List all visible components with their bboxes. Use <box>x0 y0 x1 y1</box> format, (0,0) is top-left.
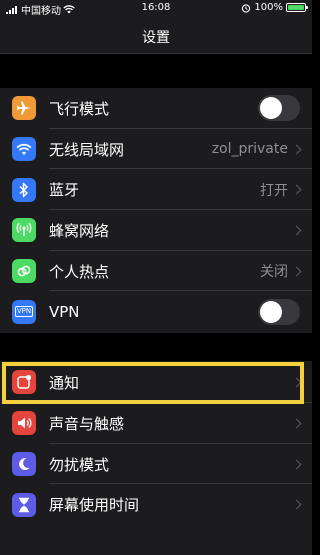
settings-row-label: 飞行模式 <box>49 99 110 118</box>
settings-row-label: 蜂窝网络 <box>49 221 110 240</box>
status-right: 100% <box>241 2 308 13</box>
chevron-right-icon <box>291 499 302 510</box>
settings-row-label: 声音与触感 <box>49 414 125 433</box>
settings-row-do-not-disturb[interactable]: 勿扰模式 <box>0 444 312 485</box>
navigation-bar: 设置 <box>0 18 312 54</box>
settings-row-wifi[interactable]: 无线局域网 zol_private <box>0 129 312 170</box>
settings-row-sounds-haptics[interactable]: 声音与触感 <box>0 403 312 444</box>
settings-row-label: 勿扰模式 <box>49 455 110 474</box>
settings-row-label: 个人热点 <box>49 262 110 281</box>
settings-row-label: 蓝牙 <box>49 181 80 200</box>
hourglass-icon <box>12 492 36 517</box>
settings-group-connectivity: 飞行模式 无线局域网 zol_private 蓝牙 打开 蜂窝网络 个人热点 关… <box>0 88 312 333</box>
bluetooth-icon <box>12 177 36 202</box>
speaker-icon <box>12 411 36 436</box>
settings-row-label: 屏幕使用时间 <box>49 496 140 515</box>
vpn-toggle[interactable] <box>258 298 300 325</box>
settings-row-bluetooth[interactable]: 蓝牙 打开 <box>0 169 312 211</box>
settings-row-airplane-mode[interactable]: 飞行模式 <box>0 88 312 129</box>
settings-row-screen-time[interactable]: 屏幕使用时间 <box>0 484 312 525</box>
settings-row-vpn[interactable]: VPN VPN <box>0 291 312 332</box>
chevron-right-icon <box>291 144 302 154</box>
battery-percent: 100% <box>254 2 283 13</box>
hotspot-status: 关闭 <box>260 264 288 281</box>
toggle-knob <box>260 300 282 323</box>
page-title: 设置 <box>142 30 170 46</box>
settings-row-label: VPN <box>49 302 80 321</box>
chevron-right-icon <box>291 266 302 277</box>
settings-row-label: 通知 <box>49 373 80 392</box>
battery-level <box>288 5 304 10</box>
chevron-right-icon <box>291 184 302 195</box>
alarm-icon <box>242 3 251 13</box>
chevron-right-icon <box>291 377 302 387</box>
settings-group-notifications: 通知 声音与触感 勿扰模式 屏幕使用时间 <box>0 361 312 555</box>
settings-row-cellular[interactable]: 蜂窝网络 <box>0 210 312 251</box>
wifi-network-name: zol_private <box>211 141 288 158</box>
vpn-icon: VPN <box>12 299 36 324</box>
hotspot-icon <box>12 259 36 284</box>
status-bar: 中国移动 16:08 100% <box>0 0 312 18</box>
bluetooth-status: 打开 <box>260 182 288 199</box>
airplane-icon <box>12 96 36 121</box>
settings-row-notifications[interactable]: 通知 <box>0 361 312 403</box>
settings-row-personal-hotspot[interactable]: 个人热点 关闭 <box>0 251 312 292</box>
vpn-icon-text: VPN <box>14 306 34 318</box>
antenna-icon <box>12 218 36 243</box>
battery-icon <box>286 3 308 12</box>
settings-row-label: 无线局域网 <box>49 140 125 159</box>
chevron-right-icon <box>291 225 302 236</box>
moon-icon <box>12 452 36 477</box>
chevron-right-icon <box>291 459 302 469</box>
toggle-knob <box>260 97 282 120</box>
chevron-right-icon <box>291 418 302 429</box>
notification-icon <box>12 370 36 394</box>
wifi-icon <box>12 137 36 162</box>
airplane-mode-toggle[interactable] <box>258 95 300 122</box>
